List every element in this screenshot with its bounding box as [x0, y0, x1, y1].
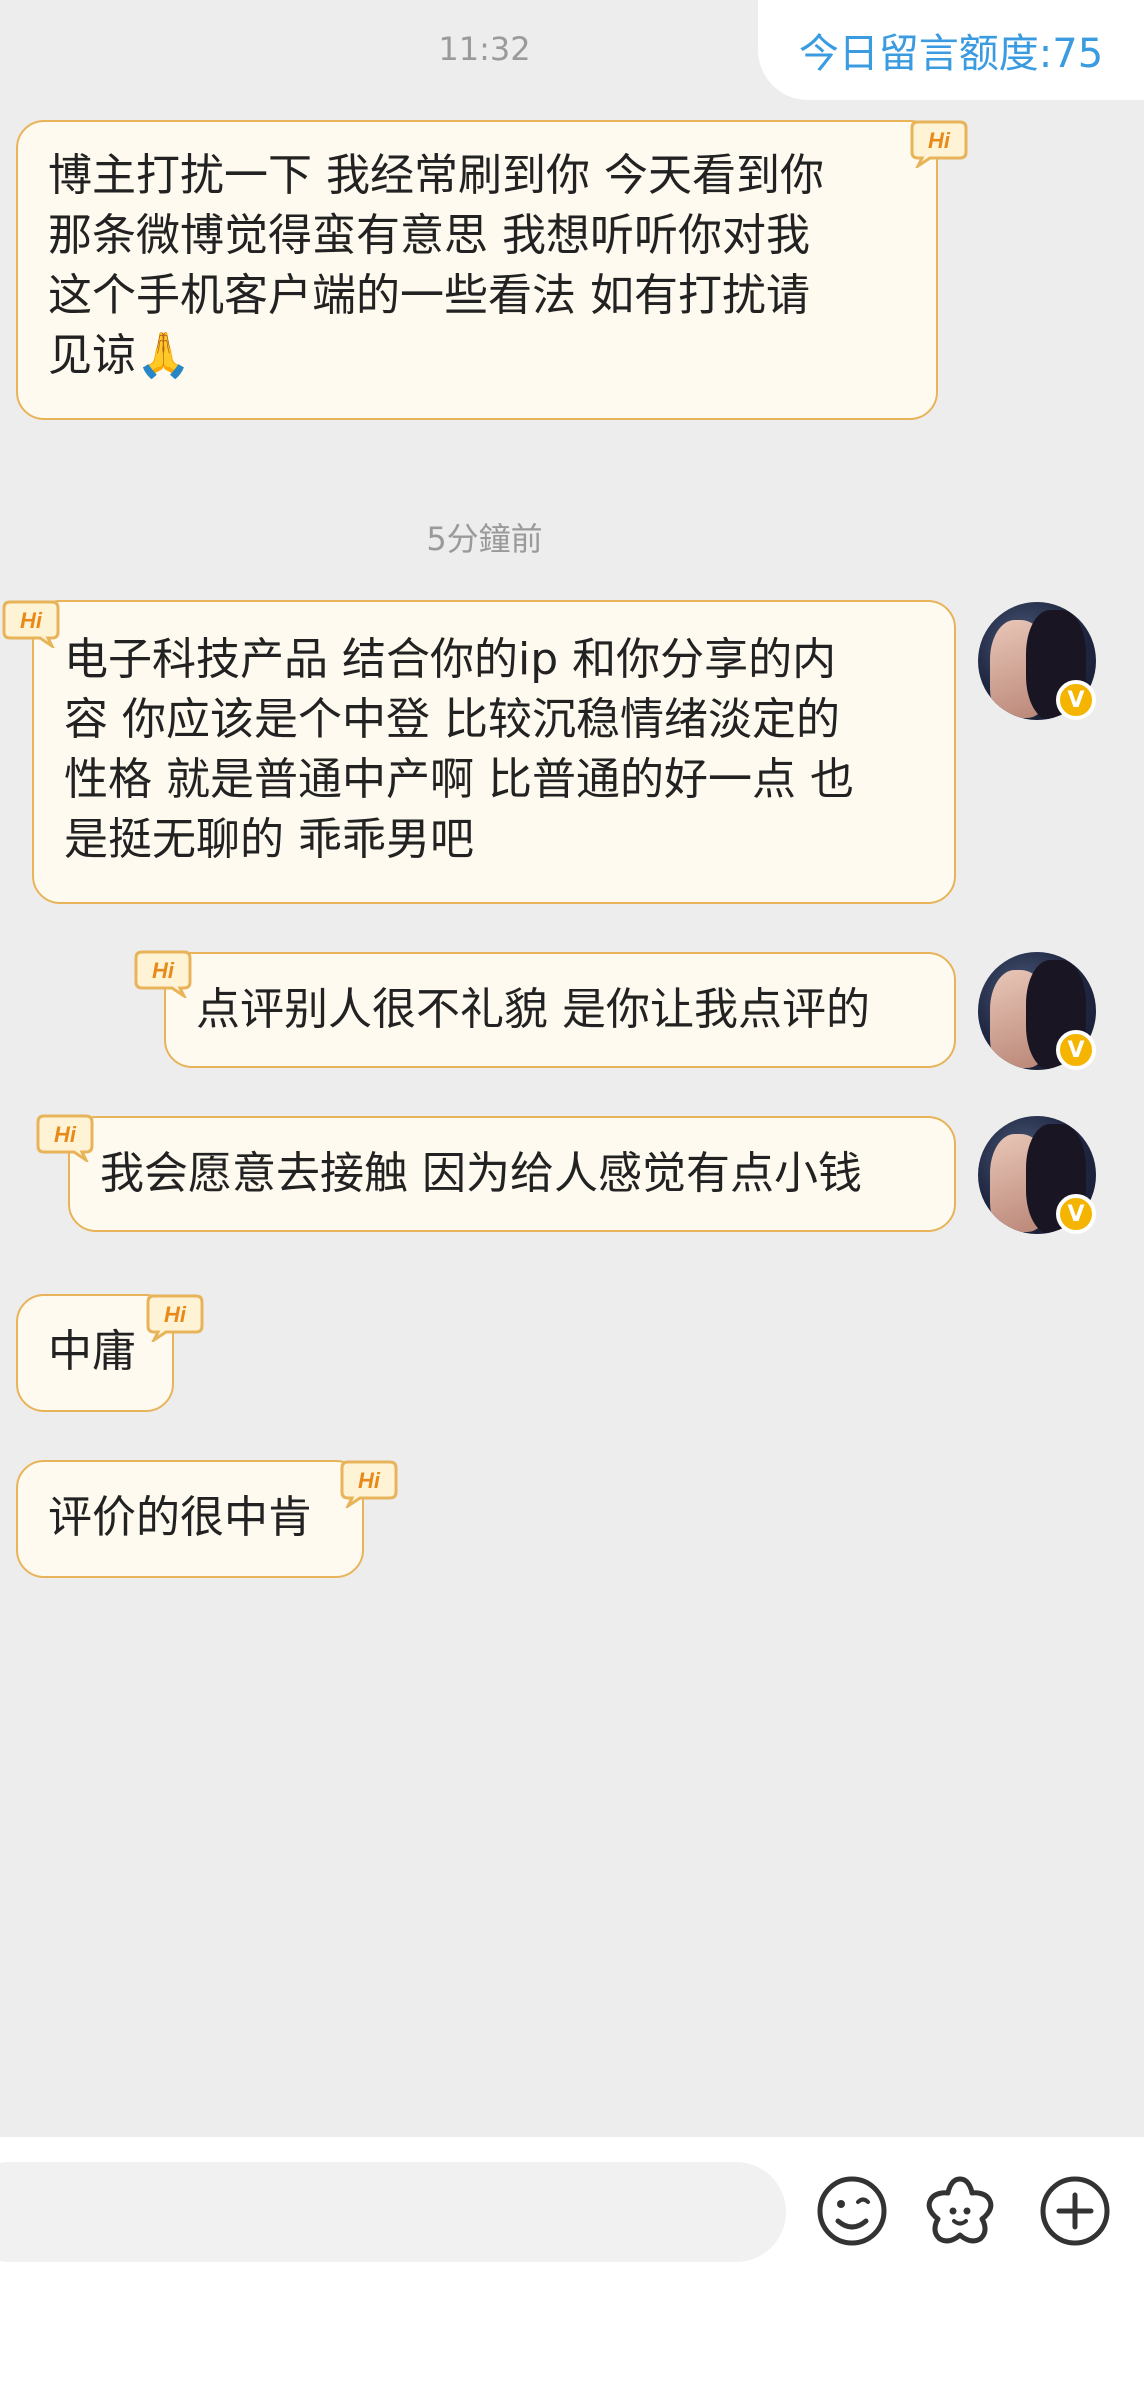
hi-tag-icon: Hi: [340, 1460, 398, 1508]
hi-tag-icon: Hi: [2, 600, 60, 648]
hi-tag-icon: Hi: [910, 120, 968, 168]
message-text-line: 评价的很中肯: [48, 1492, 312, 1543]
hi-tag-text: Hi: [54, 1122, 77, 1147]
timestamp-label: 5分鐘前: [426, 520, 543, 558]
verified-badge-icon: V: [1056, 1030, 1096, 1070]
message-text-line: 点评别人很不礼貌 是你让我点评的: [196, 984, 870, 1035]
hi-tag-icon: Hi: [134, 950, 192, 998]
message-bubble[interactable]: 博主打扰一下 我经常刷到你 今天看到你 那条微博觉得蛮有意思 我想听听你对我 这…: [16, 120, 938, 420]
hi-tag-text: Hi: [152, 958, 175, 983]
message-text-line: 容 你应该是个中登 比较沉稳情绪淡定的: [64, 694, 840, 745]
emoji-icon[interactable]: [812, 2171, 892, 2251]
message-text-line: 是挺无聊的 乖乖男吧: [64, 814, 474, 865]
plus-icon[interactable]: [1035, 2171, 1115, 2251]
message-input-bar: [0, 2137, 1144, 2388]
hi-tag-text: Hi: [358, 1468, 381, 1493]
message-bubble[interactable]: 评价的很中肯: [16, 1460, 364, 1578]
message-text-line: 见谅🙏: [48, 330, 191, 381]
daily-quota-badge: 今日留言额度:75: [758, 0, 1144, 100]
message-bubble[interactable]: 电子科技产品 结合你的ip 和你分享的内 容 你应该是个中登 比较沉稳情绪淡定的…: [32, 600, 956, 904]
message-bubble[interactable]: 我会愿意去接触 因为给人感觉有点小钱: [68, 1116, 956, 1232]
message-text-line: 性格 就是普通中产啊 比普通的好一点 也: [64, 754, 854, 805]
sticker-flower-icon[interactable]: [920, 2171, 1000, 2251]
verified-badge-icon: V: [1056, 1194, 1096, 1234]
hi-tag-icon: Hi: [146, 1294, 204, 1342]
message-text-line: 电子科技产品 结合你的ip 和你分享的内: [64, 634, 837, 685]
hi-tag-text: Hi: [164, 1302, 187, 1327]
message-text-line: 这个手机客户端的一些看法 如有打扰请: [48, 270, 810, 321]
hi-tag-icon: Hi: [36, 1114, 94, 1162]
message-input[interactable]: [0, 2162, 786, 2262]
message-text-line: 我会愿意去接触 因为给人感觉有点小钱: [100, 1148, 862, 1199]
hi-tag-text: Hi: [20, 608, 43, 633]
message-text-line: 博主打扰一下 我经常刷到你 今天看到你: [48, 150, 824, 201]
daily-quota-label: 今日留言额度:75: [798, 31, 1104, 77]
message-text-line: 那条微博觉得蛮有意思 我想听听你对我: [48, 210, 810, 261]
hi-tag-text: Hi: [928, 128, 951, 153]
message-text-line: 中庸: [48, 1326, 136, 1377]
message-bubble[interactable]: 点评别人很不礼貌 是你让我点评的: [164, 952, 956, 1068]
verified-badge-icon: V: [1056, 680, 1096, 720]
